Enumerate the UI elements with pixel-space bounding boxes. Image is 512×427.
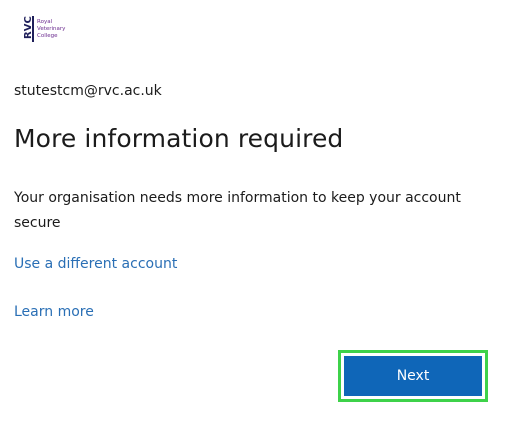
logo-divider (32, 16, 34, 42)
learn-more-link[interactable]: Learn more (14, 304, 94, 320)
logo-line-college: College (37, 33, 58, 39)
sign-in-card: RVC Royal Veterinary College stutestcm@r… (0, 0, 512, 427)
logo-line-royal: Royal (37, 19, 53, 25)
rvc-logo: RVC Royal Veterinary College (14, 12, 86, 46)
rvc-logo-image: RVC Royal Veterinary College (23, 16, 66, 42)
next-button-highlight: Next (338, 350, 488, 402)
use-different-account-link[interactable]: Use a different account (14, 256, 177, 272)
logo-line-veterinary: Veterinary (37, 26, 66, 32)
next-button[interactable]: Next (344, 356, 482, 396)
page-title: More information required (14, 124, 344, 153)
description-text: Your organisation needs more information… (14, 190, 461, 231)
account-email: stutestcm@rvc.ac.uk (14, 83, 162, 99)
